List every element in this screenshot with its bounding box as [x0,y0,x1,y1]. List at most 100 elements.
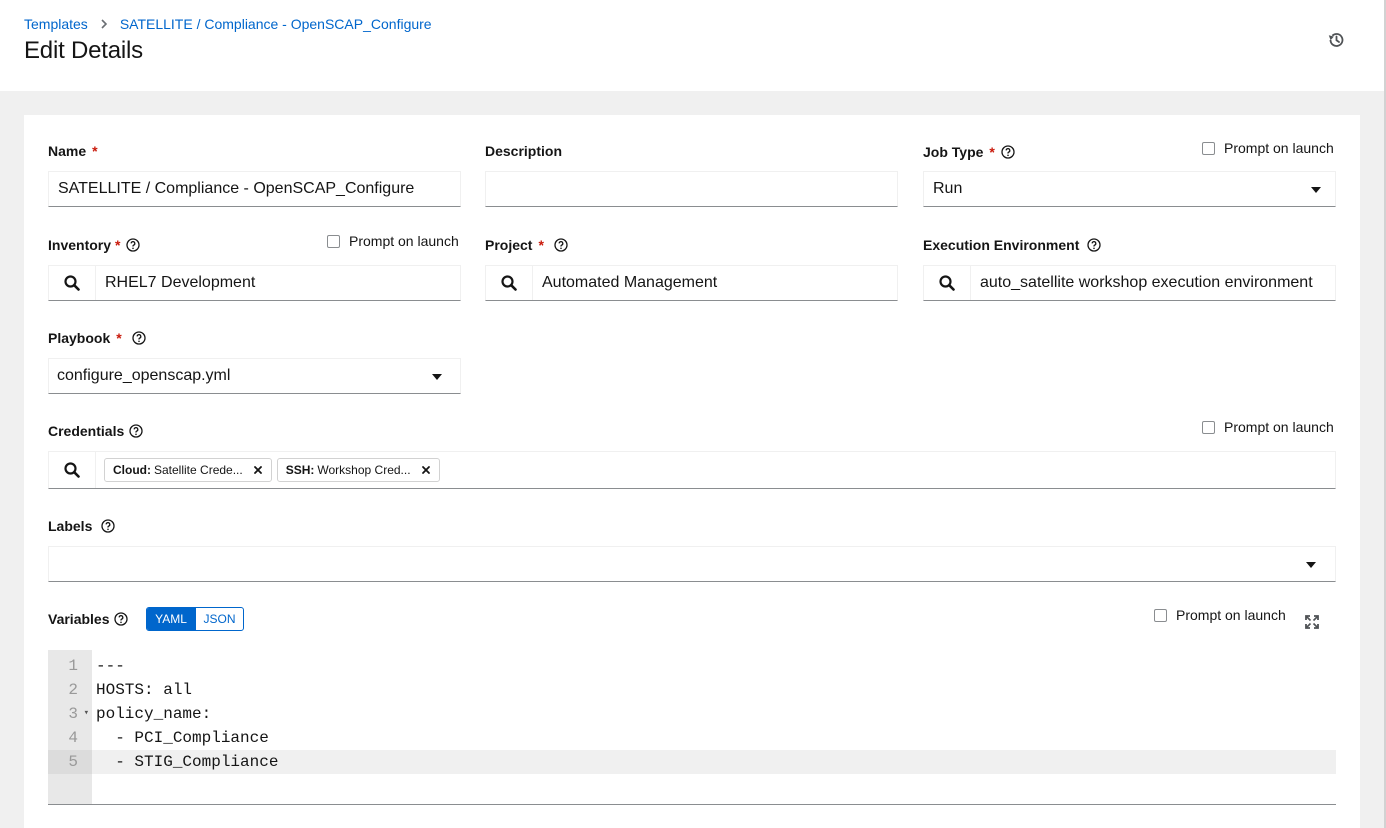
labels-select[interactable] [48,546,1336,582]
execution-environment-label-text: Execution Environment [923,237,1080,253]
execution-environment-value: auto_satellite workshop execution enviro… [980,274,1313,291]
help-icon[interactable] [129,424,143,438]
inventory-label-text: Inventory [48,237,112,253]
project-label: Project * [485,237,568,253]
checkbox[interactable] [1202,141,1215,155]
required-marker: * [538,237,544,253]
required-marker: * [92,143,98,159]
line-code: - PCI_Compliance [96,729,269,747]
job-type-label: Job Type * [923,144,1015,160]
chip-type: Cloud: [113,463,151,477]
expand-editor-button[interactable] [1304,614,1320,630]
description-field[interactable] [485,171,898,207]
inventory-search-button[interactable] [49,266,96,300]
inventory-label: Inventory * [48,237,140,253]
line-number: 5 [48,750,92,774]
code-line: 1 --- [48,654,1336,678]
code-line-active: 5 - STIG_Compliance [48,750,1336,774]
search-icon [64,275,80,291]
name-label: Name * [48,143,98,159]
page-header: Templates SATELLITE / Compliance - OpenS… [0,0,1384,91]
checkbox[interactable] [327,234,340,248]
line-number: 1 [68,657,78,675]
execution-environment-lookup[interactable]: auto_satellite workshop execution enviro… [923,265,1336,301]
breadcrumb-templates-link[interactable]: Templates [24,16,88,32]
inventory-prompt-checkbox[interactable]: Prompt on launch [327,233,459,249]
project-label-text: Project [485,237,533,253]
job-type-value: Run [933,180,963,197]
code-line: 2 HOSTS: all [48,678,1336,702]
labels-label: Labels [48,518,115,534]
close-icon[interactable] [421,465,431,475]
search-icon [939,275,955,291]
credential-chip: SSH: Workshop Cred... [276,458,440,482]
line-code: policy_name: [96,705,212,723]
help-icon[interactable] [554,238,568,252]
chevron-right-icon [100,19,108,29]
help-icon[interactable] [1087,238,1101,252]
job-type-select[interactable]: Run [923,171,1336,207]
credentials-prompt-checkbox[interactable]: Prompt on launch [1202,419,1334,435]
checkbox[interactable] [1202,420,1215,434]
expand-icon [1305,615,1319,629]
labels-label-text: Labels [48,518,93,534]
yaml-toggle-button[interactable]: YAML [147,608,195,630]
search-icon [64,462,80,478]
credentials-label-text: Credentials [48,423,125,439]
inventory-lookup[interactable]: RHEL7 Development [48,265,461,301]
caret-down-icon [432,374,442,380]
playbook-select[interactable]: configure_openscap.yml [48,358,461,394]
required-marker: * [115,237,121,253]
playbook-label-text: Playbook [48,330,111,346]
variables-prompt-checkbox[interactable]: Prompt on launch [1154,607,1286,623]
json-toggle-button[interactable]: JSON [195,608,243,630]
name-field[interactable]: SATELLITE / Compliance - OpenSCAP_Config… [48,171,461,207]
execution-environment-search-button[interactable] [924,266,971,300]
credentials-label: Credentials [48,423,143,439]
history-button[interactable] [1325,29,1347,51]
yaml-json-toggle: YAML JSON [146,607,244,631]
playbook-label: Playbook * [48,330,146,346]
name-field-value: SATELLITE / Compliance - OpenSCAP_Config… [58,180,415,197]
project-value: Automated Management [542,274,718,291]
chip-type: SSH: [285,463,315,477]
close-icon[interactable] [253,465,263,475]
project-lookup[interactable]: Automated Management [485,265,898,301]
job-type-prompt-checkbox[interactable]: Prompt on launch [1202,140,1334,156]
line-number: 2 [68,681,78,699]
code-line: 4 - PCI_Compliance [48,726,1336,750]
required-marker: * [116,330,122,346]
variables-code-editor[interactable]: 1 --- 2 HOSTS: all 3 ▾ policy_name: 4 - … [48,650,1336,805]
prompt-label: Prompt on launch [1176,607,1286,623]
line-code: HOSTS: all [96,681,193,699]
help-icon[interactable] [101,519,115,533]
variables-label: Variables [48,611,128,627]
description-label-text: Description [485,143,563,159]
credentials-lookup[interactable]: Cloud: Satellite Crede... SSH: Workshop … [48,451,1336,489]
edit-form-card: Name * SATELLITE / Compliance - OpenSCAP_… [24,115,1360,828]
line-number-with-fold: 3 ▾ [48,705,92,723]
inventory-value: RHEL7 Development [105,274,256,291]
credentials-search-button[interactable] [49,452,96,488]
code-line: 3 ▾ policy_name: [48,702,1336,726]
fold-arrow-icon[interactable]: ▾ [84,708,89,718]
prompt-label: Prompt on launch [349,233,459,249]
line-number: 4 [68,729,78,747]
help-icon[interactable] [132,331,146,345]
line-code: --- [96,657,125,675]
checkbox[interactable] [1154,608,1167,622]
variables-label-text: Variables [48,611,110,627]
help-icon[interactable] [114,612,128,626]
prompt-label: Prompt on launch [1224,140,1334,156]
history-icon [1327,31,1345,49]
credential-chip: Cloud: Satellite Crede... [104,458,272,482]
breadcrumb-current-link[interactable]: SATELLITE / Compliance - OpenSCAP_Config… [120,16,432,32]
chip-name: Workshop Cred... [317,463,411,477]
help-icon[interactable] [1001,145,1015,159]
help-icon[interactable] [126,238,140,252]
prompt-label: Prompt on launch [1224,419,1334,435]
description-label: Description [485,143,562,159]
line-code: - STIG_Compliance [96,753,279,771]
project-search-button[interactable] [486,266,533,300]
credential-chip-group: Cloud: Satellite Crede... SSH: Workshop … [96,458,445,482]
